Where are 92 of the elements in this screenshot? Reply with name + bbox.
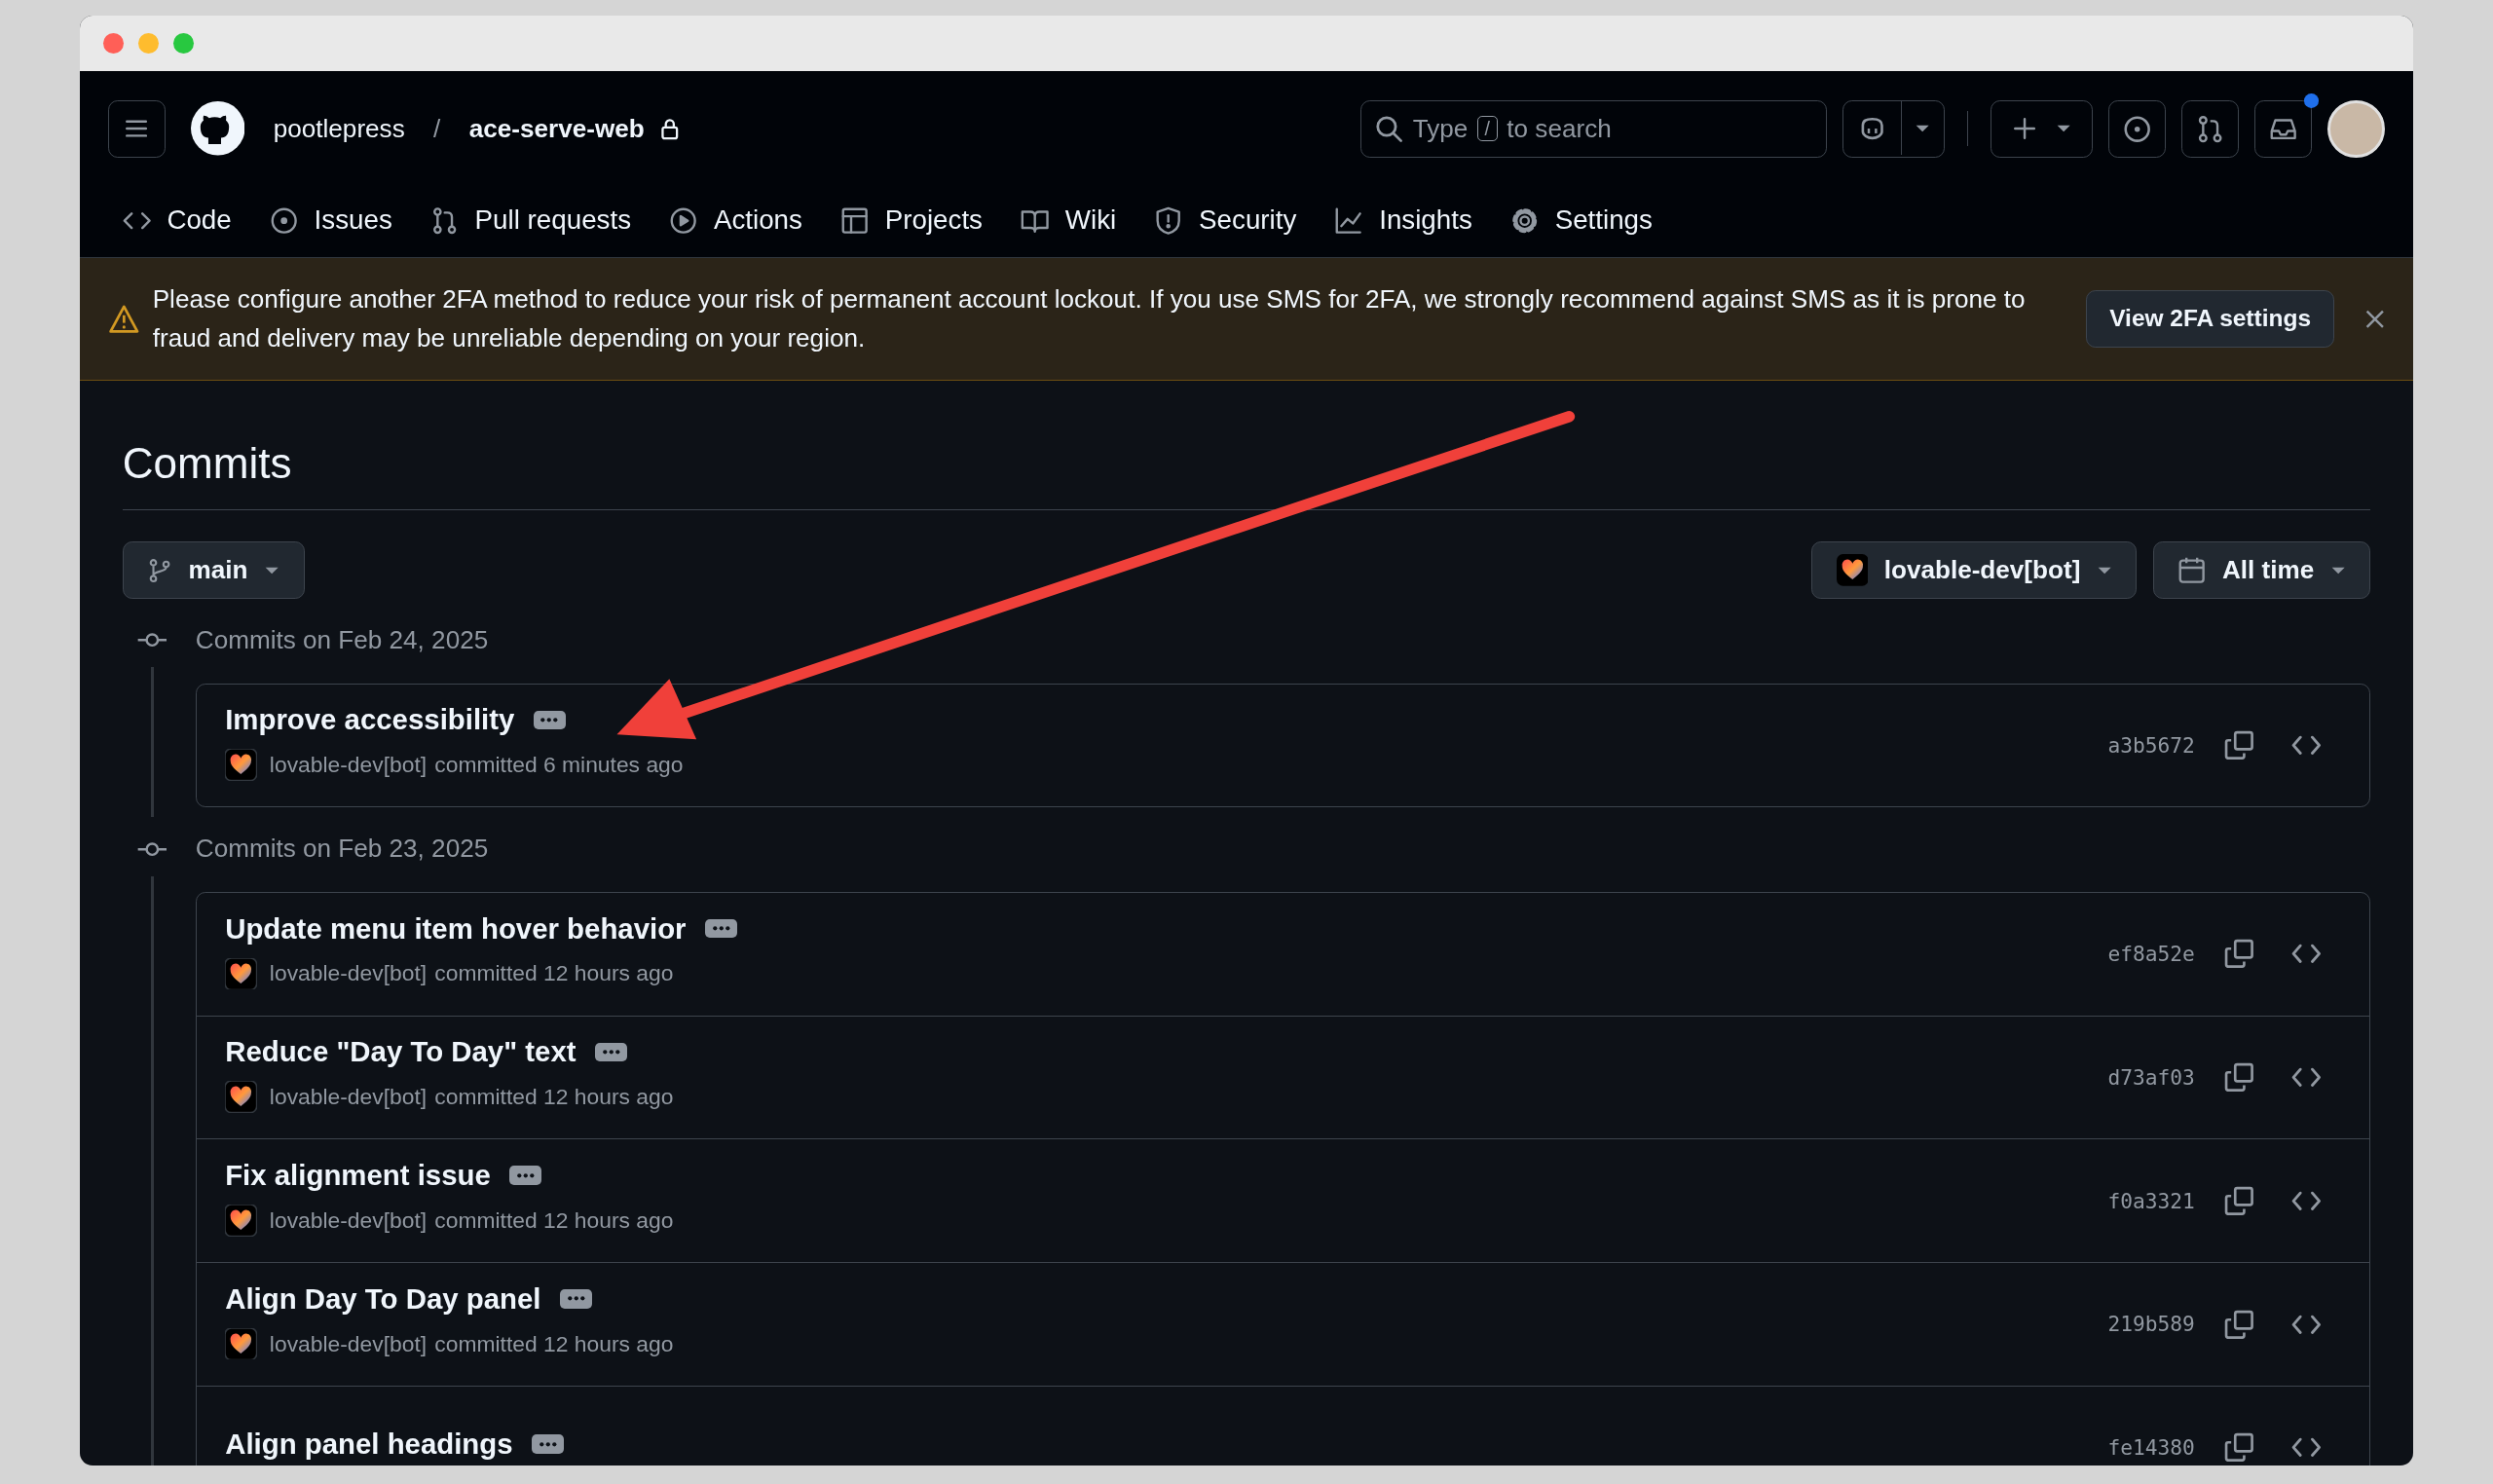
repo-tab[interactable]: Pull requests: [428, 193, 633, 251]
search-icon: [1374, 114, 1403, 143]
author-link[interactable]: lovable-dev[bot]: [269, 1206, 428, 1234]
ellipsis-button[interactable]: [509, 1166, 541, 1185]
shield-icon: [1154, 205, 1183, 235]
repo-tab[interactable]: Projects: [838, 193, 985, 251]
play-icon: [669, 205, 698, 235]
date-filter[interactable]: All time: [2152, 541, 2371, 600]
repo-tab[interactable]: Actions: [667, 193, 804, 251]
commit-time: committed 12 hours ago: [434, 1084, 674, 1111]
ellipsis-button[interactable]: [532, 1434, 564, 1455]
pull-requests-button[interactable]: [2181, 99, 2239, 158]
commit-title[interactable]: Reduce "Day To Day" text: [225, 1035, 577, 1069]
table-icon: [840, 205, 870, 235]
heart-avatar-icon: [225, 1081, 257, 1113]
issue-circle-icon: [269, 205, 299, 235]
search-hint: Type: [1412, 113, 1469, 144]
commit-title[interactable]: Update menu item hover behavior: [225, 911, 687, 946]
commit-title[interactable]: Align Day To Day panel: [225, 1281, 541, 1316]
repo-tab[interactable]: Insights: [1332, 193, 1474, 251]
path-separator: /: [433, 113, 441, 144]
heart-avatar-icon: [1836, 554, 1869, 587]
ellipsis-button[interactable]: [533, 710, 566, 730]
commit-sha[interactable]: d73af03: [2107, 1064, 2195, 1090]
plus-icon: [2011, 116, 2037, 142]
commit-date-heading: Commits on Feb 23, 2025: [195, 834, 489, 865]
commit-time: committed 12 hours ago: [434, 1330, 674, 1357]
copy-icon[interactable]: [2223, 1184, 2255, 1217]
ellipsis-icon: [540, 717, 560, 723]
commit-title[interactable]: Improve accessibility: [225, 703, 515, 737]
warning-icon: [108, 304, 140, 334]
repo-tab[interactable]: Wiki: [1019, 193, 1118, 251]
commit-time: committed 12 hours ago: [434, 1206, 674, 1234]
owner-link[interactable]: pootlepress: [273, 113, 405, 144]
copy-icon[interactable]: [2223, 1308, 2255, 1341]
heart-avatar-icon: [225, 957, 257, 990]
ellipsis-icon: [566, 1295, 586, 1302]
commit-node-icon: [136, 840, 169, 857]
logo-icon[interactable]: [190, 101, 245, 156]
repository-link[interactable]: ace-serve-web: [468, 113, 645, 144]
graph-icon: [1334, 205, 1363, 235]
caret-icon: [1915, 123, 1931, 133]
ellipsis-icon: [711, 925, 731, 932]
notifications-button[interactable]: [2254, 99, 2312, 158]
commit-sha[interactable]: fe14380: [2107, 1435, 2195, 1461]
gear-icon: [1509, 205, 1540, 235]
author-link[interactable]: lovable-dev[bot]: [269, 1330, 428, 1357]
calendar-icon: [2177, 556, 2207, 585]
shortcut-key: /: [1477, 116, 1498, 142]
page-title: Commits: [122, 435, 2371, 510]
author-filter[interactable]: lovable-dev[bot]: [1811, 541, 2138, 600]
view-2fa-settings-button[interactable]: View 2FA settings: [2086, 290, 2334, 348]
author-link[interactable]: lovable-dev[bot]: [269, 752, 428, 779]
ellipsis-button[interactable]: [705, 918, 737, 939]
search-field[interactable]: Type / to search: [1360, 99, 1827, 158]
menu-button[interactable]: [108, 99, 166, 158]
ellipsis-icon: [538, 1441, 558, 1448]
copy-icon[interactable]: [2223, 1431, 2255, 1464]
search-hint: to search: [1507, 113, 1612, 144]
heart-avatar-icon: [225, 749, 257, 782]
commit-sha[interactable]: ef8a52e: [2107, 942, 2195, 967]
ellipsis-icon: [515, 1171, 536, 1179]
repo-tab[interactable]: Security: [1152, 193, 1298, 251]
caret-icon: [2056, 124, 2072, 134]
commit-node-icon: [136, 632, 169, 649]
issue-circle-icon: [2122, 114, 2152, 143]
ellipsis-button[interactable]: [595, 1042, 627, 1062]
commit-sha[interactable]: f0a3321: [2107, 1188, 2195, 1213]
commit-sha[interactable]: a3b5672: [2107, 733, 2195, 758]
close-icon[interactable]: [2365, 309, 2386, 329]
repo-tab[interactable]: Issues: [268, 193, 394, 251]
heart-avatar-icon: [225, 1205, 257, 1237]
commit-sha[interactable]: 219b589: [2107, 1312, 2195, 1337]
issues-button[interactable]: [2108, 99, 2166, 158]
commit-date-heading: Commits on Feb 24, 2025: [195, 625, 489, 656]
ellipsis-icon: [601, 1049, 621, 1056]
copy-icon[interactable]: [2223, 729, 2255, 761]
ellipsis-button[interactable]: [560, 1288, 592, 1309]
commit-time: committed 6 minutes ago: [434, 752, 684, 779]
commit-title[interactable]: Fix alignment issue: [225, 1159, 491, 1193]
copy-icon[interactable]: [2223, 938, 2255, 971]
branch-selector[interactable]: main: [122, 541, 305, 600]
commit-title[interactable]: Align panel headings: [225, 1428, 513, 1462]
commit-time: committed 12 hours ago: [434, 960, 674, 987]
copy-icon[interactable]: [2223, 1061, 2255, 1094]
lock-icon: [660, 117, 680, 140]
repo-tab[interactable]: Code: [121, 193, 234, 251]
author-link[interactable]: lovable-dev[bot]: [269, 1084, 428, 1111]
repo-tab[interactable]: Settings: [1508, 193, 1655, 251]
banner-message: Please configure another 2FA method to reduce your risk of permanent account lockout. If you use SMS for 2FA, we strongly recommend against SMS as it is prone to fraud and delivery may be unreliable depending on your region.: [152, 283, 2027, 354]
heart-avatar-icon: [225, 1327, 257, 1360]
author-link[interactable]: lovable-dev[bot]: [269, 960, 428, 987]
